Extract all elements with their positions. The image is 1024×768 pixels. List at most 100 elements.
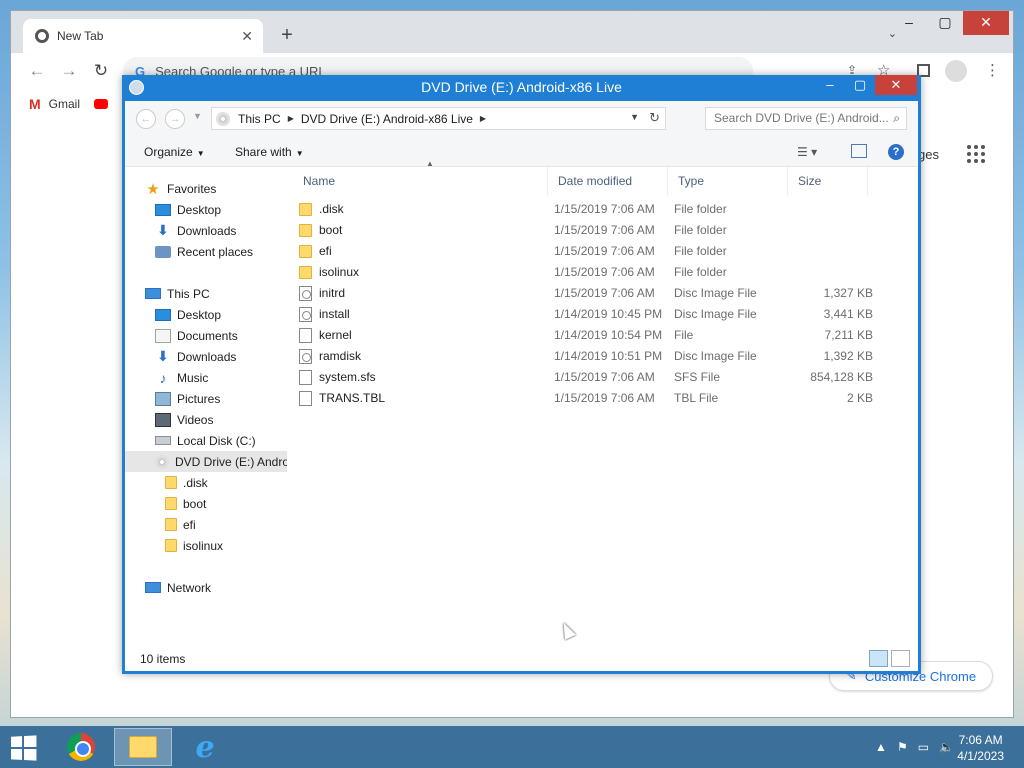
star-icon: ★ <box>146 180 160 198</box>
forward-arrow-icon[interactable]: → <box>53 61 85 81</box>
file-type: Disc Image File <box>674 307 757 321</box>
search-input[interactable]: Search DVD Drive (E:) Android... ⌕ <box>705 107 907 130</box>
share-with-button[interactable]: Share with ▼ <box>235 145 304 159</box>
address-dropdown-icon[interactable]: ▼ <box>630 112 639 122</box>
file-type: Disc Image File <box>674 286 757 300</box>
explorer-maximize-button[interactable]: ▢ <box>845 75 875 95</box>
breadcrumb-this-pc[interactable]: This PC <box>238 112 281 126</box>
file-row[interactable]: ramdisk 1/14/2019 10:51 PM Disc Image File… <box>293 346 873 367</box>
file-row[interactable]: system.sfs 1/15/2019 7:06 AM SFS File 854,1… <box>293 367 873 388</box>
new-tab-button[interactable]: + <box>275 23 299 47</box>
disc-image-icon <box>299 307 312 322</box>
share-with-label: Share with <box>235 145 292 159</box>
file-row[interactable]: initrd 1/15/2019 7:06 AM Disc Image File 1,… <box>293 283 873 304</box>
nav-pc-documents[interactable]: Documents <box>155 325 238 346</box>
taskbar-chrome[interactable] <box>52 728 110 766</box>
chrome-close-button[interactable]: ✕ <box>963 11 1009 35</box>
network-icon[interactable]: ▭ <box>918 740 929 754</box>
breadcrumb-dvd-drive[interactable]: DVD Drive (E:) Android-x86 Live <box>301 112 473 126</box>
nav-label: DVD Drive (E:) Andro <box>175 454 287 469</box>
file-date: 1/14/2019 10:45 PM <box>554 307 663 321</box>
nav-pc-local-disk[interactable]: Local Disk (C:) <box>155 430 256 451</box>
column-header-name[interactable]: Name <box>293 167 548 195</box>
profile-avatar-icon[interactable] <box>945 60 967 82</box>
organize-button[interactable]: Organize ▼ <box>144 145 205 159</box>
volume-muted-icon[interactable]: 🔈 <box>939 740 954 754</box>
back-arrow-icon[interactable]: ← <box>21 61 53 81</box>
nav-pc-videos[interactable]: Videos <box>155 409 213 430</box>
file-row[interactable]: TRANS.TBL 1/15/2019 7:06 AM TBL File 2 KB <box>293 388 873 409</box>
explorer-minimize-button[interactable]: – <box>815 75 845 95</box>
download-arrow-icon: ⬇ <box>157 348 169 364</box>
network-icon <box>145 582 161 593</box>
details-view-icon[interactable] <box>869 650 888 667</box>
explorer-close-button[interactable]: ✕ <box>875 75 917 95</box>
nav-pc-desktop[interactable]: Desktop <box>155 304 221 325</box>
nav-pc-music[interactable]: ♪ Music <box>155 367 209 388</box>
file-row[interactable]: kernel 1/14/2019 10:54 PM File 7,211 KB <box>293 325 873 346</box>
explorer-titlebar[interactable]: DVD Drive (E:) Android-x86 Live – ▢ ✕ <box>122 75 921 101</box>
column-header-date[interactable]: Date modified <box>548 167 668 195</box>
file-row[interactable]: boot 1/15/2019 7:06 AM File folder <box>293 220 873 241</box>
large-icons-view-icon[interactable] <box>891 650 910 667</box>
file-row[interactable]: install 1/14/2019 10:45 PM Disc Image File… <box>293 304 873 325</box>
change-view-button[interactable]: ☰ ▾ <box>797 145 817 159</box>
nav-fav-recent[interactable]: Recent places <box>155 241 253 262</box>
nav-sub-efi[interactable]: efi <box>165 514 196 535</box>
chevron-down-icon: ▼ <box>196 149 205 158</box>
nav-label: boot <box>183 496 207 511</box>
file-name: .disk <box>319 202 344 216</box>
chrome-maximize-button[interactable]: ▢ <box>927 11 963 35</box>
nav-pc-dvd-drive[interactable]: DVD Drive (E:) Andro <box>125 451 287 472</box>
show-hidden-icons-chevron-icon[interactable]: ▲ <box>875 740 887 754</box>
nav-pc-pictures[interactable]: Pictures <box>155 388 220 409</box>
breadcrumb-chevron-icon[interactable]: ▶ <box>480 114 486 123</box>
nav-this-pc[interactable]: This PC <box>145 283 210 304</box>
folder-icon <box>165 539 177 552</box>
file-name: TRANS.TBL <box>319 391 386 405</box>
nav-sub-disk[interactable]: .disk <box>165 472 208 493</box>
chrome-minimize-button[interactable]: – <box>891 11 927 35</box>
status-view-switcher <box>866 650 910 667</box>
back-arrow-icon[interactable]: ← <box>136 109 156 129</box>
bookmark-gmail[interactable]: M Gmail <box>29 96 80 112</box>
taskbar-file-explorer[interactable] <box>114 728 172 766</box>
start-button[interactable] <box>11 735 39 761</box>
chrome-tab-new-tab[interactable]: New Tab ✕ <box>23 19 263 53</box>
nav-sub-isolinux[interactable]: isolinux <box>165 535 223 556</box>
action-center-flag-icon[interactable]: ⚑ <box>897 740 908 754</box>
nav-network[interactable]: Network <box>145 577 211 598</box>
refresh-icon[interactable]: ↻ <box>649 110 660 126</box>
column-header-size[interactable]: Size <box>788 167 868 195</box>
nav-favorites[interactable]: ★ Favorites <box>145 178 216 199</box>
nav-pc-downloads[interactable]: ⬇ Downloads <box>155 346 236 367</box>
bookmark-youtube[interactable] <box>94 99 109 109</box>
column-header-type[interactable]: Type <box>668 167 788 195</box>
tab-close-icon[interactable]: ✕ <box>241 28 253 45</box>
nav-label: .disk <box>183 475 208 490</box>
help-icon[interactable]: ? <box>888 144 904 160</box>
nav-fav-downloads[interactable]: ⬇ Downloads <box>155 220 236 241</box>
recent-locations-chevron-icon[interactable]: ▼ <box>193 111 202 121</box>
file-type: File folder <box>674 202 727 216</box>
file-date: 1/15/2019 7:06 AM <box>554 244 655 258</box>
clock[interactable]: 7:06 AM 4/1/2023 <box>957 732 1004 764</box>
chrome-menu-icon[interactable]: ⋮ <box>985 61 1000 79</box>
search-icon[interactable]: ⌕ <box>893 108 900 129</box>
apps-grid-icon[interactable] <box>967 145 985 163</box>
breadcrumb-chevron-icon[interactable]: ▶ <box>288 114 294 123</box>
file-row[interactable]: efi 1/15/2019 7:06 AM File folder <box>293 241 873 262</box>
file-row[interactable]: .disk 1/15/2019 7:06 AM File folder <box>293 199 873 220</box>
taskbar-internet-explorer[interactable]: e <box>176 728 234 766</box>
nav-fav-desktop[interactable]: Desktop <box>155 199 221 220</box>
nav-sub-boot[interactable]: boot <box>165 493 206 514</box>
forward-arrow-icon[interactable]: → <box>165 109 185 129</box>
address-bar[interactable]: This PC ▶ DVD Drive (E:) Android-x86 Liv… <box>211 107 666 130</box>
file-name: ramdisk <box>319 349 362 363</box>
chrome-logo-icon <box>35 29 49 43</box>
chrome-tab-strip: New Tab ✕ + ⌄ – ▢ ✕ <box>11 11 1013 53</box>
preview-pane-icon[interactable] <box>851 144 867 158</box>
reload-icon[interactable]: ↻ <box>85 61 117 81</box>
file-row[interactable]: isolinux 1/15/2019 7:06 AM File folder <box>293 262 873 283</box>
chevron-down-icon: ▼ <box>295 149 304 158</box>
